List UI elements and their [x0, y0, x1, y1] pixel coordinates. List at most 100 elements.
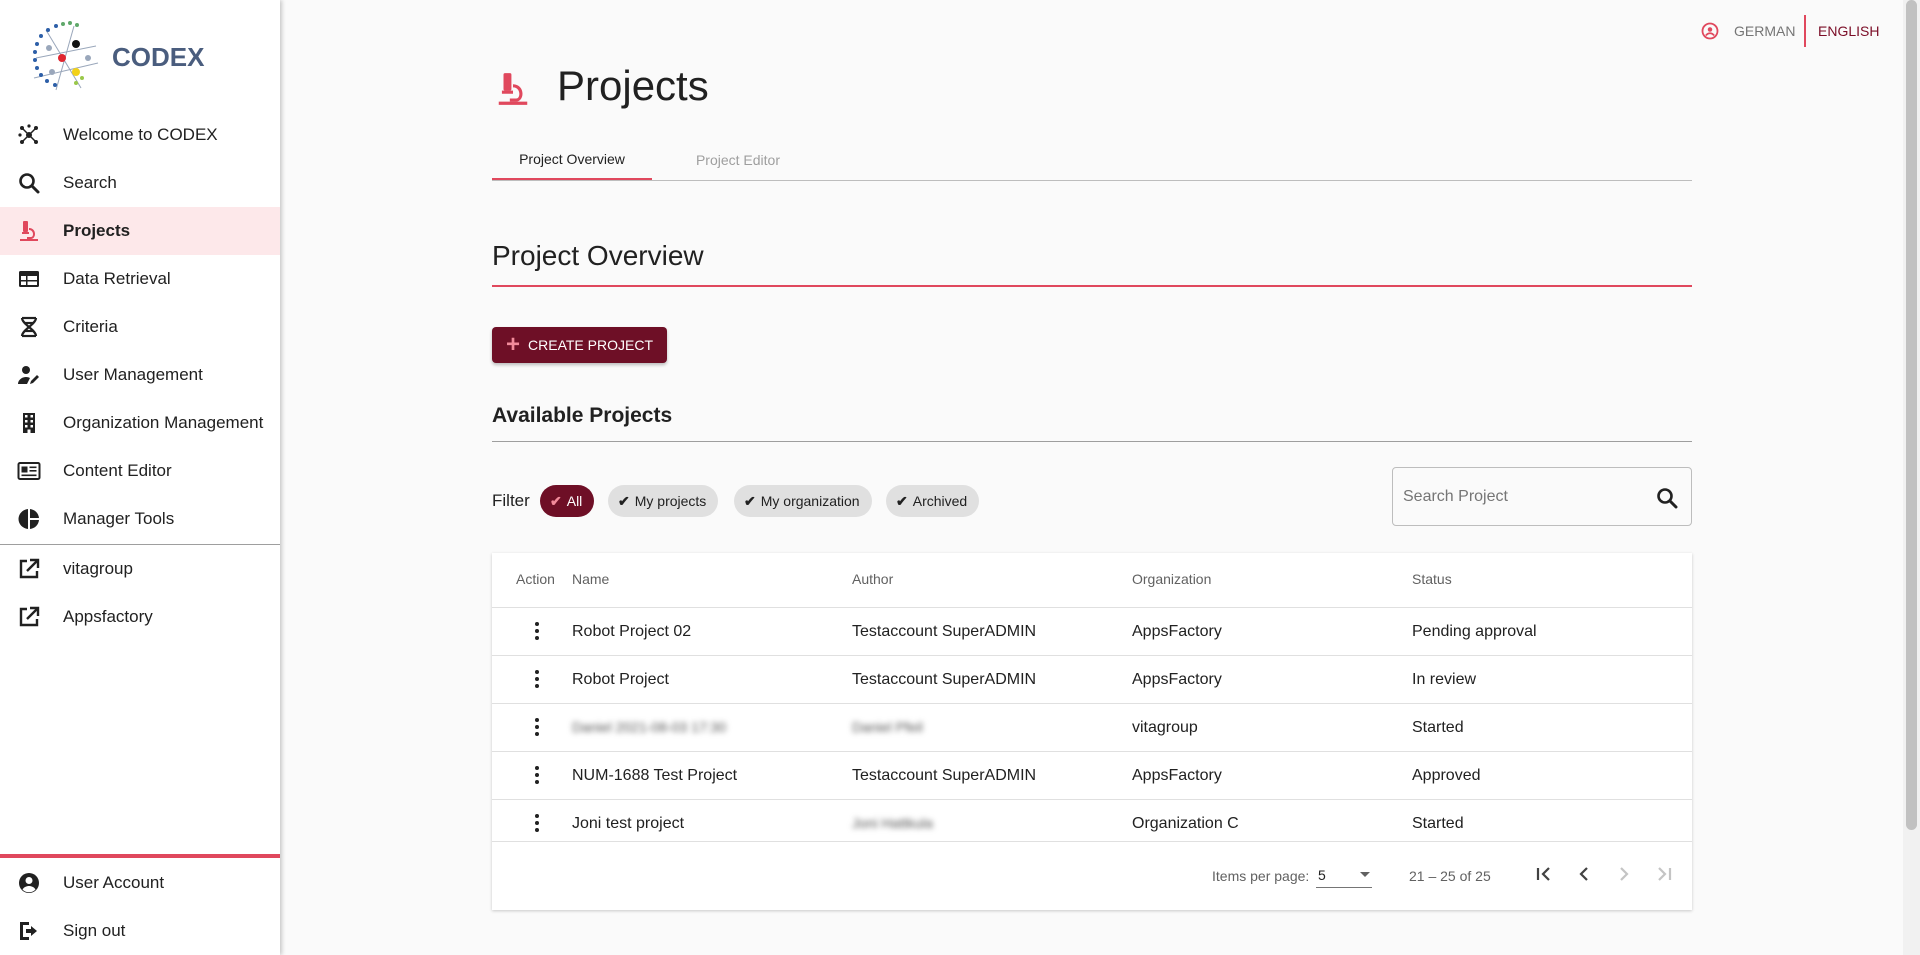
last-page-icon[interactable]: [1652, 862, 1676, 886]
previous-page-icon[interactable]: [1572, 862, 1596, 886]
codex-logo-mark: [33, 21, 99, 91]
filter-chip-all[interactable]: ✔ All: [540, 485, 595, 517]
filter-chip-my-organization[interactable]: ✔ My organization: [734, 485, 872, 517]
newspaper-icon: [17, 462, 41, 480]
sidebar-item-sign-out[interactable]: Sign out: [0, 907, 280, 955]
filter-label: Filter: [492, 491, 530, 510]
sidebar-link-label: Appsfactory: [63, 607, 153, 626]
page-size-select[interactable]: 5: [1316, 866, 1372, 888]
sidebar-item-manager-tools[interactable]: Manager Tools: [0, 495, 280, 543]
sidebar-item-welcome[interactable]: Welcome to CODEX: [0, 111, 280, 159]
column-header-action: Action: [516, 571, 555, 587]
table-row[interactable]: Joni test project Joni Hattkula Organiza…: [492, 799, 1692, 847]
next-page-icon[interactable]: [1612, 862, 1636, 886]
table-row[interactable]: Robot Project 02 Testaccount SuperADMIN …: [492, 607, 1692, 655]
sidebar-item-organization-management[interactable]: Organization Management: [0, 399, 280, 447]
dna-icon: [20, 316, 38, 338]
sidebar-item-label: Search: [63, 173, 117, 192]
table-row[interactable]: Daniel 2021-08-03 17:30 Daniel Pfeil vit…: [492, 703, 1692, 751]
microscope-icon: [498, 73, 528, 105]
chip-label: All: [566, 493, 583, 509]
sidebar-item-criteria[interactable]: Criteria: [0, 303, 280, 351]
search-project-input[interactable]: [1403, 484, 1643, 510]
sidebar-link-appsfactory[interactable]: Appsfactory: [0, 593, 280, 641]
chip-label: Archived: [912, 493, 968, 509]
codex-logo[interactable]: CODEX: [26, 18, 206, 96]
sidebar-bottom-divider: [0, 854, 280, 858]
sidebar-item-content-editor[interactable]: Content Editor: [0, 447, 280, 495]
language-separator: [1804, 15, 1806, 47]
search-icon: [19, 173, 40, 194]
cell-status: Approved: [1412, 767, 1481, 784]
microscope-icon: [20, 221, 38, 241]
sidebar-item-search[interactable]: Search: [0, 159, 280, 207]
scrollbar-thumb[interactable]: [1906, 0, 1917, 830]
search-project-field[interactable]: [1392, 467, 1692, 526]
sidebar-item-label: Data Retrieval: [63, 269, 171, 288]
more-vert-icon[interactable]: [534, 814, 540, 834]
check-icon: ✔: [550, 492, 562, 509]
page-scrollbar[interactable]: [1903, 0, 1920, 955]
more-vert-icon[interactable]: [534, 670, 540, 690]
sidebar-item-label: Manager Tools: [63, 509, 175, 528]
sidebar-item-label: Organization Management: [63, 413, 264, 432]
cell-author: Testaccount SuperADMIN: [852, 671, 1037, 688]
cell-name: Joni test project: [572, 815, 685, 832]
sidebar-item-user-management[interactable]: User Management: [0, 351, 280, 399]
search-icon[interactable]: [1655, 486, 1679, 510]
cell-status: In review: [1412, 671, 1477, 688]
first-page-icon[interactable]: [1532, 862, 1556, 886]
sidebar-item-label: Criteria: [63, 317, 118, 336]
projects-table: Action Name Author Organization Status R…: [492, 553, 1692, 910]
check-icon: ✔: [618, 492, 630, 509]
check-icon: ✔: [744, 492, 756, 509]
items-per-page-label: Items per page:: [1212, 868, 1310, 884]
column-header-organization[interactable]: Organization: [1132, 571, 1211, 587]
filter-chip-archived[interactable]: ✔ Archived: [886, 485, 980, 517]
sidebar-item-user-account[interactable]: User Account: [0, 859, 280, 907]
cell-name: Daniel 2021-08-03 17:30: [572, 719, 727, 735]
hub-icon: [18, 124, 38, 144]
section-title: Project Overview: [492, 240, 704, 271]
create-project-button[interactable]: + CREATE PROJECT: [492, 327, 667, 363]
more-vert-icon[interactable]: [534, 622, 540, 642]
codex-logo-text: CODEX: [112, 41, 205, 72]
user-edit-icon: [18, 366, 39, 384]
filter-chip-my-projects[interactable]: ✔ My projects: [608, 485, 719, 517]
cell-author: Daniel Pfeil: [852, 719, 923, 735]
chip-label: My organization: [760, 493, 860, 509]
cell-name: NUM-1688 Test Project: [572, 767, 738, 784]
language-icon: [1701, 22, 1719, 40]
cell-status: Started: [1412, 815, 1464, 832]
cell-author: Testaccount SuperADMIN: [852, 767, 1037, 784]
cell-organization: AppsFactory: [1132, 767, 1222, 784]
sidebar-item-label: Welcome to CODEX: [63, 125, 218, 144]
more-vert-icon[interactable]: [534, 718, 540, 738]
cell-organization: AppsFactory: [1132, 671, 1222, 688]
more-vert-icon[interactable]: [534, 766, 540, 786]
tab-project-overview[interactable]: Project Overview: [492, 140, 652, 180]
chip-label: My projects: [634, 493, 707, 509]
table-row[interactable]: Robot Project Testaccount SuperADMIN App…: [492, 655, 1692, 703]
section-divider: [492, 285, 1692, 287]
column-header-name[interactable]: Name: [572, 571, 609, 587]
column-header-author[interactable]: Author: [852, 571, 893, 587]
cell-name: Robot Project 02: [572, 623, 692, 640]
available-projects-divider: [492, 441, 1692, 442]
page-size-value: 5: [1318, 867, 1326, 883]
cell-name: Robot Project: [572, 671, 669, 688]
cell-status: Started: [1412, 719, 1464, 736]
language-german-button[interactable]: GERMAN: [1734, 23, 1795, 39]
table-row[interactable]: NUM-1688 Test Project Testaccount SuperA…: [492, 751, 1692, 799]
sidebar-item-data-retrieval[interactable]: Data Retrieval: [0, 255, 280, 303]
external-link-icon: [19, 606, 40, 627]
cell-status: Pending approval: [1412, 623, 1537, 640]
sidebar: CODEX Welcome to CODEX Search Projects D…: [0, 0, 280, 955]
sidebar-link-vitagroup[interactable]: vitagroup: [0, 545, 280, 593]
page-range-label: 21 – 25 of 25: [1409, 868, 1491, 884]
column-header-status[interactable]: Status: [1412, 571, 1452, 587]
sidebar-item-projects[interactable]: Projects: [0, 207, 280, 255]
language-english-button[interactable]: ENGLISH: [1818, 23, 1879, 39]
tab-project-editor[interactable]: Project Editor: [652, 140, 824, 180]
cell-organization: AppsFactory: [1132, 623, 1222, 640]
